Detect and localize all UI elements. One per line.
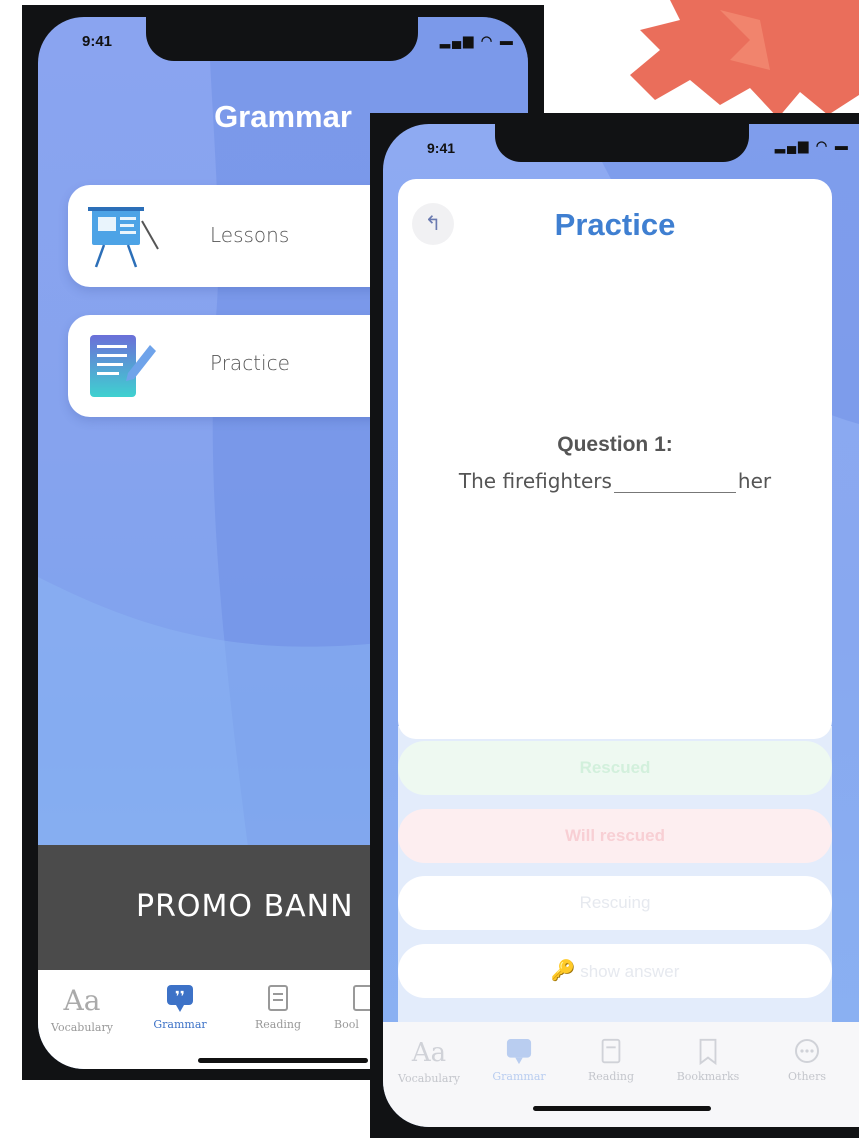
question-text-before: The firefighters <box>458 469 612 493</box>
status-time: 9:41 <box>427 140 456 156</box>
app-showcase: 9:41 ▂▄▆ ◠ ▬ Grammar Lessons Practice PR… <box>0 0 859 1138</box>
question-text: The firefighters her <box>398 469 832 493</box>
tab-label: Reading <box>587 1070 635 1083</box>
tab-vocabulary[interactable]: Aa Vocabulary <box>46 984 118 1034</box>
notch <box>495 124 749 162</box>
answer-option-will-rescued[interactable]: Will rescued <box>398 809 832 863</box>
brush-stroke-decoration <box>630 0 859 118</box>
aa-letters-icon: Aa <box>63 984 101 1017</box>
question-card: ↰ Practice Question 1: The firefighters h… <box>398 179 832 739</box>
presentation-board-icon <box>88 207 159 268</box>
menu-item-label: Lessons <box>210 223 290 247</box>
tab-label: Bool <box>334 1018 359 1031</box>
phone-practice: 9:41 ▂▄▆ ◠ ▬ ↰ Practice Question 1: The … <box>370 113 859 1138</box>
aa-letters-icon: Aa <box>411 1038 447 1068</box>
answer-blank <box>613 473 736 493</box>
tab-reading[interactable]: Reading <box>571 1038 651 1083</box>
tab-label: Vocabulary <box>398 1072 460 1085</box>
menu-item-label: Practice <box>210 351 290 375</box>
answer-label: Rescued <box>579 758 651 777</box>
document-icon <box>268 985 288 1011</box>
tab-label: Grammar <box>492 1070 546 1083</box>
answer-label: Rescuing <box>579 893 651 912</box>
page-title: Practice <box>554 207 676 242</box>
svg-text:❜❜: ❜❜ <box>175 989 185 1005</box>
answer-label: show answer <box>580 962 680 981</box>
answer-option-rescuing[interactable]: Rescuing <box>398 876 832 930</box>
document-icon <box>601 1038 621 1064</box>
tab-bookmarks[interactable]: Bookmarks <box>663 1038 753 1083</box>
status-time: 9:41 <box>82 33 113 50</box>
tab-reading[interactable]: Reading <box>242 984 314 1031</box>
battery-icon: ▬ <box>834 138 850 153</box>
answer-option-rescued[interactable]: Rescued <box>398 741 832 795</box>
key-icon: 🔑 <box>550 960 576 982</box>
tab-label: Grammar <box>153 1018 207 1031</box>
signal-icon: ▂▄▆ <box>440 33 476 48</box>
show-answer-button[interactable]: 🔑 show answer <box>398 944 832 998</box>
question-text-after: her <box>737 469 772 493</box>
tab-others[interactable]: Others <box>767 1038 847 1083</box>
notepad-pencil-icon <box>90 335 156 397</box>
notch <box>146 17 418 61</box>
bookmark-icon <box>699 1038 717 1066</box>
home-indicator <box>533 1106 711 1111</box>
tab-label: Others <box>788 1070 826 1083</box>
tab-grammar[interactable]: Grammar <box>479 1038 559 1083</box>
tab-label: Bookmarks <box>676 1070 740 1083</box>
tab-label: Reading <box>254 1018 302 1031</box>
question-label: Question 1: <box>557 433 673 456</box>
signal-icon: ▂▄▆ <box>775 138 811 153</box>
wifi-icon: ◠ <box>815 138 830 153</box>
speech-bubble-icon <box>506 1039 532 1065</box>
home-indicator <box>198 1058 368 1063</box>
status-icons: ▂▄▆ ◠ ▬ <box>440 33 515 49</box>
tab-label: Vocabulary <box>51 1021 113 1034</box>
speech-bubble-icon: ❜❜ <box>167 985 193 1012</box>
tab-bar: Aa Vocabulary Grammar Reading Bookmarks … <box>383 1022 859 1127</box>
more-dots-icon <box>795 1039 819 1063</box>
tab-vocabulary[interactable]: Aa Vocabulary <box>389 1038 469 1085</box>
wifi-icon: ◠ <box>480 33 495 48</box>
battery-icon: ▬ <box>499 33 515 48</box>
promo-banner-text: PROMO BANN <box>136 889 354 924</box>
status-icons: ▂▄▆ ◠ ▬ <box>775 138 850 154</box>
practice-screen: 9:41 ▂▄▆ ◠ ▬ ↰ Practice Question 1: The … <box>383 124 859 1127</box>
answer-label: Will rescued <box>565 826 665 845</box>
tab-grammar[interactable]: ❜❜ Grammar <box>144 984 216 1031</box>
